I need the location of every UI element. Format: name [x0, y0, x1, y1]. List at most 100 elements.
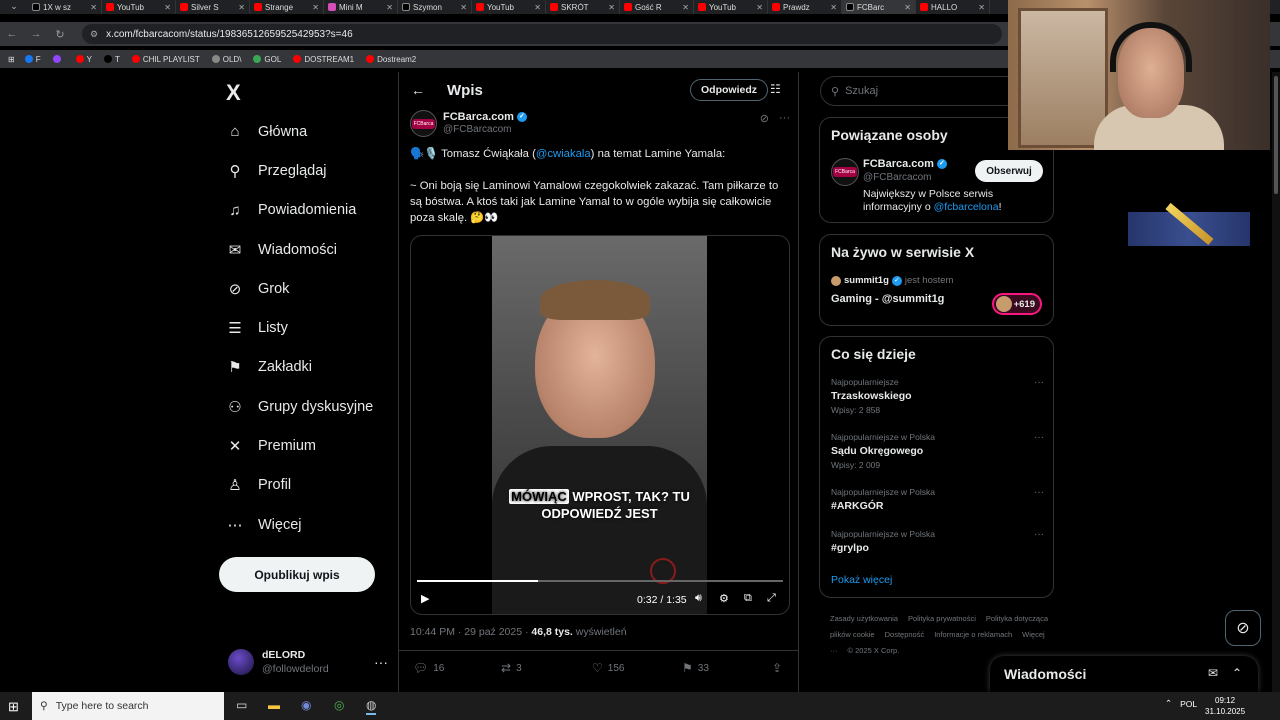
- more-dots-icon[interactable]: ···: [1034, 432, 1044, 443]
- bookmark-item[interactable]: OLD\: [211, 55, 241, 64]
- live-host[interactable]: summit1g ✓ jest hostem: [831, 275, 953, 286]
- sidebar-item-bookmark[interactable]: ⚑ Zakładki: [226, 348, 373, 387]
- bookmark-action[interactable]: ⚑ 33: [682, 661, 709, 675]
- bookmark-item[interactable]: Dostream2: [366, 55, 416, 64]
- tab-close-icon[interactable]: ✕: [830, 3, 837, 12]
- forward-icon[interactable]: →: [24, 28, 48, 40]
- task-view-icon[interactable]: ▭: [236, 698, 247, 712]
- tab-close-icon[interactable]: ✕: [164, 3, 171, 12]
- obs-icon[interactable]: ◍: [366, 698, 377, 715]
- sidebar-item-x-premium[interactable]: ✕ Premium: [226, 426, 373, 465]
- follow-button[interactable]: Obserwuj: [975, 160, 1043, 182]
- reload-icon[interactable]: ↻: [48, 28, 72, 41]
- tab-close-icon[interactable]: ✕: [756, 3, 763, 12]
- footer-link[interactable]: Polityka prywatności: [908, 614, 976, 623]
- bookmark-item[interactable]: CHIL PLAYLIST: [131, 55, 200, 64]
- reply-action[interactable]: 💬︎ 16: [413, 661, 444, 675]
- bookmark-item[interactable]: DOSTREAM1: [293, 55, 354, 64]
- expand-up-icon[interactable]: ⌃: [1232, 666, 1242, 680]
- sidebar-item-more-circle[interactable]: ⋯ Więcej: [226, 505, 373, 544]
- live-listeners-badge[interactable]: +619: [992, 293, 1042, 315]
- volume-icon[interactable]: 🔊︎: [695, 592, 702, 605]
- sidebar-item-bell[interactable]: ♫ Powiadomienia: [226, 191, 373, 230]
- sidebar-item-grok[interactable]: ⊘ Grok: [226, 269, 373, 308]
- browser-tab[interactable]: HALLO ✕: [916, 0, 990, 14]
- author-handle[interactable]: @FCBarcacom: [443, 124, 527, 135]
- tab-close-icon[interactable]: ✕: [90, 3, 97, 12]
- footer-link[interactable]: © 2025 X Corp.: [848, 646, 900, 655]
- grok-explain-icon[interactable]: ⊘: [760, 112, 769, 140]
- footer-link[interactable]: Dostępność: [885, 630, 925, 639]
- footer-link[interactable]: Informacje o reklamach: [934, 630, 1012, 639]
- tab-close-icon[interactable]: ✕: [312, 3, 319, 12]
- trend-item[interactable]: Najpopularniejsze w Polska Sądu Okręgoweg…: [831, 432, 1044, 470]
- pip-icon[interactable]: ⧉: [744, 592, 752, 605]
- back-arrow-icon[interactable]: ←: [411, 82, 425, 98]
- browser-tab[interactable]: YouTub ✕: [694, 0, 768, 14]
- author-name[interactable]: FCBarca.com: [443, 111, 514, 123]
- browser-tab[interactable]: YouTub ✕: [102, 0, 176, 14]
- sidebar-item-groups[interactable]: ⚇ Grupy dyskusyjne: [226, 387, 373, 426]
- discord-icon[interactable]: ◉: [301, 698, 311, 712]
- tab-close-icon[interactable]: ✕: [608, 3, 615, 12]
- mention-link[interactable]: @cwiakala: [536, 148, 591, 160]
- sidebar-item-profile[interactable]: ♙ Profil: [226, 466, 373, 505]
- tab-close-icon[interactable]: ✕: [682, 3, 689, 12]
- footer-link[interactable]: Zasady użytkowania: [830, 614, 898, 623]
- browser-tab[interactable]: SKRÓT ✕: [546, 0, 620, 14]
- browser-tab[interactable]: Gość R ✕: [620, 0, 694, 14]
- browser-tab[interactable]: Prawdz ✕: [768, 0, 842, 14]
- back-icon[interactable]: ←: [0, 28, 24, 40]
- tab-close-icon[interactable]: ✕: [386, 3, 393, 12]
- taskbar-search-input[interactable]: ⚲ Type here to search: [32, 692, 224, 720]
- language-indicator[interactable]: POL: [1180, 699, 1197, 709]
- x-logo-icon[interactable]: X: [226, 80, 241, 106]
- bookmark-item[interactable]: GOL: [253, 55, 281, 64]
- site-info-icon[interactable]: ⚙: [90, 29, 98, 40]
- tab-search-chevron-icon[interactable]: ⌄: [0, 0, 28, 14]
- share-action[interactable]: ⇪: [772, 661, 782, 675]
- related-name[interactable]: FCBarca.com: [863, 158, 934, 170]
- windows-start-icon[interactable]: ⊞: [8, 699, 19, 715]
- tab-close-icon[interactable]: ✕: [238, 3, 245, 12]
- bookmark-item[interactable]: [52, 55, 64, 64]
- mention-link[interactable]: @fcbarcelona: [934, 201, 999, 213]
- tab-close-icon[interactable]: ✕: [534, 3, 541, 12]
- tab-close-icon[interactable]: ✕: [904, 3, 911, 12]
- sidebar-item-list[interactable]: ☰ Listy: [226, 308, 373, 347]
- trend-item[interactable]: Najpopularniejsze Trzaskowskiego Wpisy: 2 …: [831, 377, 1044, 415]
- repost-action[interactable]: ⇄ 3: [501, 661, 522, 675]
- more-dots-icon[interactable]: ···: [1034, 487, 1044, 498]
- url-input[interactable]: ⚙ x.com/fcbarcacom/status/19836512659525…: [82, 24, 1002, 44]
- bookmark-item[interactable]: Y: [75, 55, 92, 64]
- more-dots-icon[interactable]: ···: [1034, 529, 1044, 540]
- apps-grid-icon[interactable]: ⊞: [8, 55, 15, 64]
- author-avatar[interactable]: FCBarca: [410, 110, 437, 137]
- browser-tab[interactable]: YouTub ✕: [472, 0, 546, 14]
- sidebar-item-home[interactable]: ⌂ Główna: [226, 112, 373, 151]
- sidebar-item-mail[interactable]: ✉ Wiadomości: [226, 230, 373, 269]
- new-message-icon[interactable]: ✉: [1208, 666, 1218, 680]
- tab-close-icon[interactable]: ✕: [978, 3, 985, 12]
- account-switcher[interactable]: dELORD @followdelord ···: [228, 645, 388, 679]
- fullscreen-icon[interactable]: ⤢: [767, 592, 776, 605]
- tab-close-icon[interactable]: ✕: [460, 3, 467, 12]
- browser-tab[interactable]: FCBarc ✕: [842, 0, 916, 14]
- browser-tab[interactable]: Silver S ✕: [176, 0, 250, 14]
- more-dots-icon[interactable]: ···: [779, 112, 790, 140]
- settings-gear-icon[interactable]: ⚙: [719, 592, 729, 605]
- more-dots-icon[interactable]: ···: [374, 654, 388, 670]
- bookmark-item[interactable]: T: [103, 55, 120, 64]
- chrome-icon[interactable]: ◎: [334, 698, 344, 712]
- grok-float-button[interactable]: ⊘: [1225, 610, 1261, 646]
- video-progress-bar[interactable]: [417, 580, 783, 582]
- file-explorer-icon[interactable]: ▬: [268, 698, 280, 712]
- page-scrollbar[interactable]: [1272, 72, 1280, 692]
- browser-tab[interactable]: Szymon ✕: [398, 0, 472, 14]
- messages-drawer[interactable]: Wiadomości ✉ ⌃: [990, 656, 1258, 692]
- sliders-icon[interactable]: ☷: [770, 82, 781, 96]
- show-more-link[interactable]: Pokaż więcej: [831, 574, 892, 586]
- trend-item[interactable]: Najpopularniejsze w Polska #ARKGÓR ···: [831, 487, 1044, 512]
- sidebar-item-search[interactable]: ⚲ Przeglądaj: [226, 151, 373, 190]
- browser-tab[interactable]: Mini M ✕: [324, 0, 398, 14]
